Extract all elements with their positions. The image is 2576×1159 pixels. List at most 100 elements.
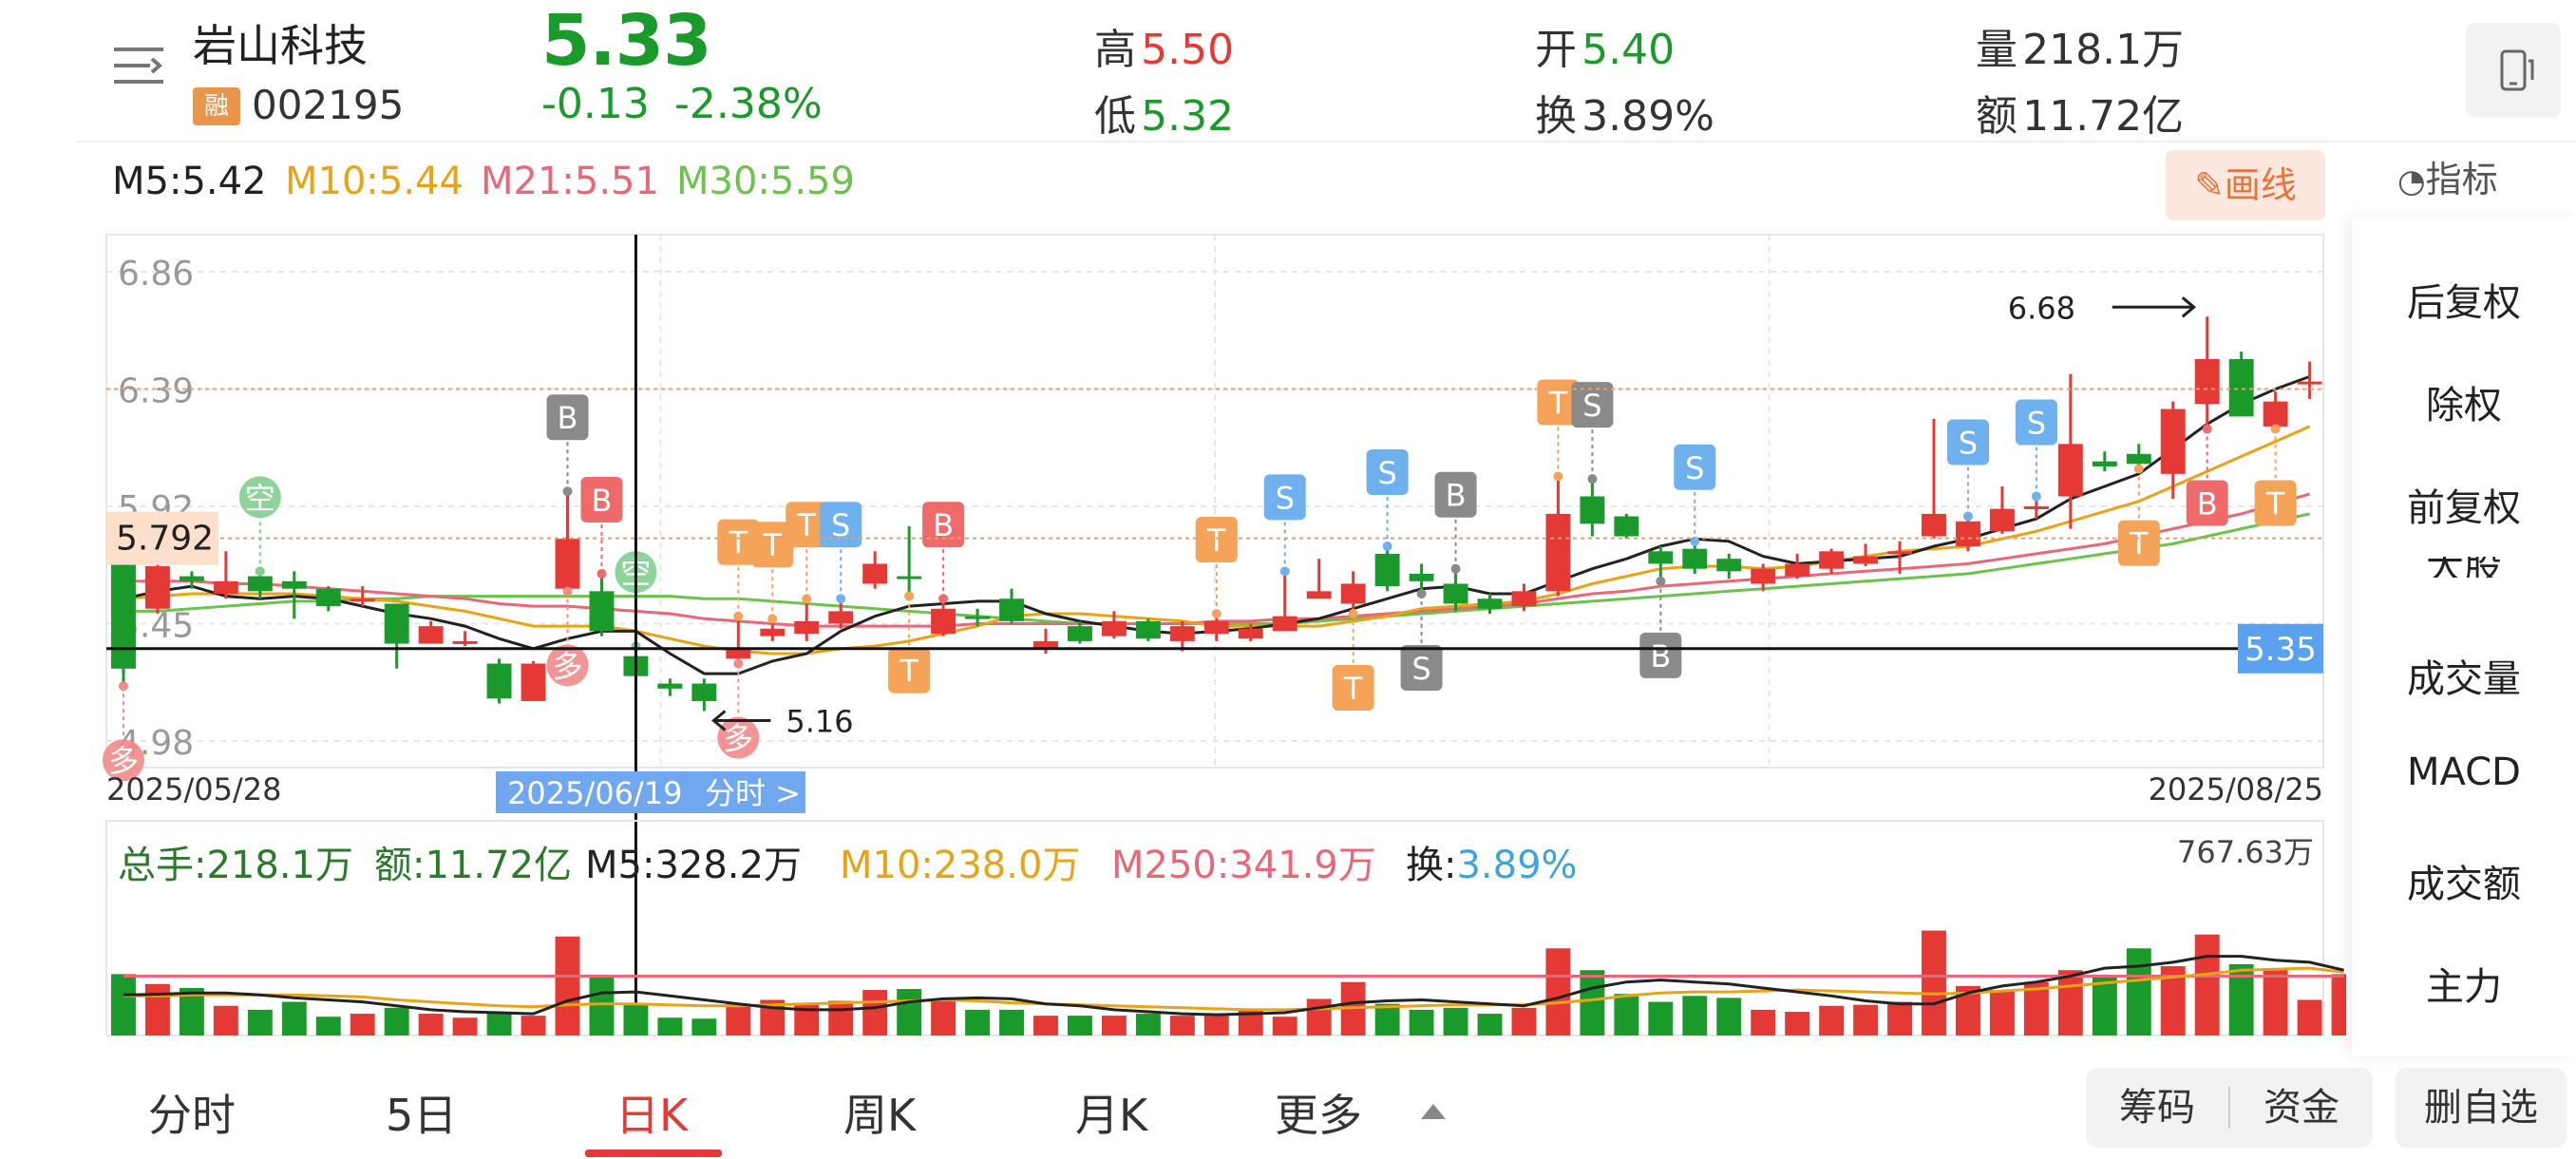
rp-macd[interactable]: MACD (2352, 750, 2576, 794)
volume-bar (1990, 990, 2015, 1036)
rp-partial-item[interactable]: 大股 (2352, 557, 2576, 578)
landscape-toggle-button[interactable] (2466, 23, 2561, 118)
candle-body (111, 563, 136, 669)
remove-watchlist-button[interactable]: 删自选 (2396, 1068, 2567, 1148)
marker-dot (255, 566, 265, 577)
last-price-text: 5.35 (2245, 631, 2317, 669)
tab-monthly-k[interactable]: 月K (1075, 1081, 1147, 1144)
candle-body (1203, 620, 1229, 635)
volume-bar (1785, 1011, 1810, 1036)
marker-dot (767, 614, 778, 624)
indicator-label: 指标 (2425, 159, 2498, 200)
rp-after-adjust[interactable]: 后复权 (2352, 272, 2576, 327)
volume-bar (897, 989, 922, 1036)
candle-body (1101, 620, 1127, 636)
indicator-button[interactable]: ◔指标 (2397, 150, 2498, 202)
candle-body (1545, 513, 1571, 592)
candle-body (144, 566, 170, 609)
rp-partial-text: 大股 (2352, 557, 2576, 578)
candle-body (726, 648, 751, 659)
marker-dot (1553, 471, 1563, 482)
candle-body (1922, 513, 1946, 537)
candle-body (1511, 591, 1537, 607)
volume-bar (589, 976, 615, 1036)
volume-bar (1443, 1007, 1468, 1036)
rp-main-force[interactable]: 主力 (2352, 956, 2576, 1011)
volume-bar (931, 999, 957, 1036)
marker-dot (733, 658, 744, 669)
vol-total-label: 总手:218.1万 (118, 844, 353, 887)
candle-body (1785, 563, 1810, 577)
marker-dot (1450, 563, 1461, 574)
volume-bar (1545, 948, 1571, 1036)
volume-bar (1819, 1005, 1845, 1036)
price-grid (105, 234, 2324, 769)
caret-up-icon[interactable] (1419, 1102, 1448, 1125)
candle-body (1238, 628, 1263, 639)
candle-body (965, 616, 991, 619)
volume-bar (1614, 994, 1639, 1036)
candle-body (1716, 559, 1742, 572)
volume-max-label: 767.63万 (2177, 834, 2314, 870)
candle-body (1819, 551, 1845, 569)
tab-more[interactable]: 更多 (1275, 1081, 1362, 1144)
rp-turnover-amount[interactable]: 成交额 (2352, 853, 2576, 908)
candle-body (862, 563, 888, 584)
volume-bar (521, 1016, 546, 1036)
signal-label: B (1650, 638, 1671, 674)
chips-button[interactable]: 筹码 (2086, 1068, 2228, 1148)
tab-daily-k[interactable]: 日K (616, 1081, 688, 1144)
candle-body (1956, 521, 1980, 547)
volume-bar (1853, 1004, 1879, 1036)
y-tick-label: 6.39 (118, 372, 194, 411)
candle-body (213, 580, 238, 594)
candle-body (179, 576, 204, 581)
tab-weekly-k[interactable]: 周K (843, 1081, 916, 1144)
volume-bar (1169, 1016, 1195, 1036)
marker-dot (2202, 424, 2212, 434)
chips-funds-group: 筹码 资金 (2086, 1068, 2373, 1148)
volume-bar (1887, 1001, 1913, 1036)
marker-dot (904, 591, 915, 601)
rp-volume[interactable]: 成交量 (2352, 648, 2576, 703)
funds-button[interactable]: 资金 (2230, 1068, 2373, 1148)
cursor-date-text: 2025/06/19 (507, 775, 682, 811)
candle-body (521, 663, 546, 701)
signal-label: S (1276, 480, 1295, 516)
candle-body (828, 611, 854, 624)
volume-bar (1511, 1007, 1537, 1036)
candle-body (2160, 408, 2186, 474)
marker-dot (836, 594, 846, 604)
end-date-label: 2025/08/25 (2149, 771, 2323, 808)
tab-active-indicator (585, 1150, 722, 1157)
volume-bar (1067, 1016, 1092, 1036)
candle-body (931, 608, 957, 635)
volume-bar (1101, 1016, 1127, 1036)
signal-label: T (899, 654, 919, 690)
rp-before-adjust[interactable]: 前复权 (2352, 477, 2576, 532)
marker-dot (2133, 464, 2144, 474)
signal-label: T (1548, 385, 1568, 421)
volume-bar (2194, 934, 2220, 1036)
kline-chart[interactable]: 6.866.395.925.454.98 多空B多B空多T TT STB TSTSSB… (0, 0, 2346, 1054)
candle-body (2126, 453, 2151, 465)
candle-body (1409, 573, 1434, 581)
volume-bar (794, 1002, 820, 1036)
volume-bar (1306, 998, 1332, 1036)
candle-body (760, 628, 786, 636)
candle-body (2057, 444, 2083, 497)
vol-m250-label: M250:341.9万 (1111, 844, 1376, 887)
vol-turnover: 换:3.89% (1406, 834, 1578, 889)
volume-bar (1033, 1016, 1058, 1036)
volume-bar (555, 936, 580, 1036)
candle-body (1648, 551, 1674, 564)
rp-ex-right[interactable]: 除权 (2352, 374, 2576, 429)
tab-intraday[interactable]: 分时 (148, 1081, 236, 1144)
volume-bar (1751, 1009, 1776, 1036)
volume-bar (247, 1009, 273, 1036)
gauge-icon: ◔ (2397, 162, 2426, 200)
tab-5day[interactable]: 5日 (386, 1081, 457, 1144)
signal-label: B (591, 483, 612, 519)
candle-body (1887, 551, 1913, 555)
signal-markers: 多空B多B空多T TT STB TSTSSBT SBSSSTB T (102, 379, 2297, 782)
